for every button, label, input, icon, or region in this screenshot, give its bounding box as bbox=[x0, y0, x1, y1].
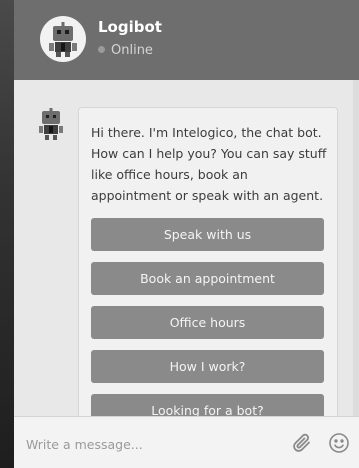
paperclip-icon[interactable] bbox=[290, 431, 314, 455]
how-i-work-button[interactable]: How I work? bbox=[91, 350, 324, 383]
bot-message-bubble: Hi there. I'm Intelogico, the chat bot. … bbox=[78, 107, 338, 416]
online-dot-icon bbox=[98, 46, 105, 53]
book-appointment-button[interactable]: Book an appointment bbox=[91, 262, 324, 295]
message-list[interactable]: Hi there. I'm Intelogico, the chat bot. … bbox=[14, 80, 359, 416]
chat-header: Logibot Online bbox=[14, 0, 359, 80]
smiley-icon[interactable] bbox=[327, 431, 351, 455]
page: Logibot Online Hi there. I'm Intelogico,… bbox=[0, 0, 359, 468]
bot-message-text: Hi there. I'm Intelogico, the chat bot. … bbox=[91, 125, 327, 203]
message-input[interactable] bbox=[24, 432, 283, 456]
message-scrollbar[interactable] bbox=[353, 80, 359, 416]
speak-with-us-button[interactable]: Speak with us bbox=[91, 218, 324, 251]
looking-for-bot-button[interactable]: Looking for a bot? bbox=[91, 394, 324, 416]
chat-widget: Logibot Online Hi there. I'm Intelogico,… bbox=[14, 0, 359, 468]
page-backdrop bbox=[0, 0, 14, 468]
robot-avatar-icon bbox=[40, 16, 86, 62]
message-composer bbox=[14, 416, 359, 468]
bot-name: Logibot bbox=[98, 18, 162, 36]
office-hours-button[interactable]: Office hours bbox=[91, 306, 324, 339]
status-line: Online bbox=[98, 43, 153, 58]
robot-avatar-icon bbox=[36, 107, 66, 141]
status-text: Online bbox=[111, 43, 153, 58]
